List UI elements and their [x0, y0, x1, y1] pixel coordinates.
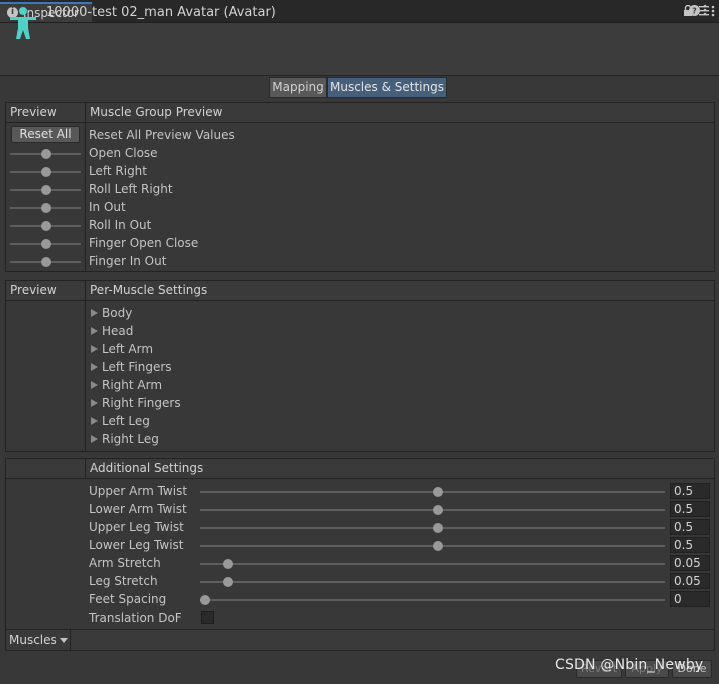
preview-slider[interactable]	[10, 167, 81, 177]
preview-slider[interactable]	[10, 239, 81, 249]
slider-thumb[interactable]	[200, 595, 210, 605]
muscles-settings-tab-button[interactable]: Muscles & Settings	[327, 77, 447, 98]
muscles-dropdown[interactable]: Muscles	[5, 630, 71, 650]
slider-thumb[interactable]	[40, 149, 51, 159]
preview-slider[interactable]	[10, 257, 81, 267]
setting-label: Arm Stretch	[89, 556, 161, 570]
setting-slider[interactable]	[200, 505, 665, 515]
chevron-down-icon	[59, 638, 68, 643]
setting-value-field[interactable]: 0.5	[670, 537, 710, 553]
translation-dof-label: Translation DoF	[89, 611, 182, 625]
per-muscle-settings-title: Per-Muscle Settings	[90, 283, 208, 297]
slider-thumb[interactable]	[40, 257, 51, 267]
setting-slider[interactable]	[200, 577, 665, 587]
svg-text:?: ?	[692, 7, 697, 16]
reset-all-preview-values-label: Reset All Preview Values	[89, 128, 235, 142]
foldout-arrow-icon[interactable]	[91, 399, 98, 407]
setting-slider[interactable]	[200, 559, 665, 569]
humanoid-avatar-icon	[8, 6, 38, 40]
slider-thumb[interactable]	[40, 239, 51, 249]
setting-label: Lower Leg Twist	[89, 538, 184, 552]
preview-slider[interactable]	[10, 221, 81, 231]
setting-label: Upper Leg Twist	[89, 520, 184, 534]
mapping-tab-button[interactable]: Mapping	[269, 77, 327, 98]
setting-slider[interactable]	[200, 541, 665, 551]
reset-all-button[interactable]: Reset All	[11, 126, 80, 143]
preview-slider[interactable]	[10, 149, 81, 159]
foldout-arrow-icon[interactable]	[91, 309, 98, 317]
additional-settings-title: Additional Settings	[90, 461, 204, 475]
slider-thumb[interactable]	[40, 203, 51, 213]
foldout-arrow-icon[interactable]	[91, 363, 98, 371]
slider-thumb[interactable]	[432, 523, 443, 533]
muscle-group-label: Roll Left Right	[89, 182, 173, 196]
muscle-group-label: Open Close	[89, 146, 158, 160]
muscle-group-label: Left Right	[89, 164, 147, 178]
muscle-group-foldout[interactable]: Right Fingers	[102, 396, 181, 410]
setting-slider[interactable]	[200, 487, 665, 497]
inspector-header	[0, 23, 719, 76]
preview-slider[interactable]	[10, 203, 81, 213]
slider-thumb[interactable]	[432, 541, 443, 551]
foldout-arrow-icon[interactable]	[91, 435, 98, 443]
additional-settings-header: Additional Settings	[6, 459, 714, 479]
muscle-group-foldout[interactable]: Head	[102, 324, 133, 338]
setting-label: Lower Arm Twist	[89, 502, 187, 516]
muscle-group-preview-header: Preview Muscle Group Preview	[6, 103, 714, 123]
setting-value-field[interactable]: 0.05	[670, 555, 710, 571]
muscle-group-foldout[interactable]: Left Leg	[102, 414, 150, 428]
settings-sliders-icon[interactable]	[699, 5, 709, 19]
muscle-group-foldout[interactable]: Body	[102, 306, 132, 320]
setting-label: Leg Stretch	[89, 574, 158, 588]
preview-column-header: Preview	[10, 283, 57, 297]
muscle-group-label: In Out	[89, 200, 126, 214]
setting-slider[interactable]	[200, 523, 665, 533]
setting-label: Upper Arm Twist	[89, 484, 188, 498]
muscle-group-foldout[interactable]: Left Arm	[102, 342, 153, 356]
setting-value-field[interactable]: 0.5	[670, 519, 710, 535]
setting-slider[interactable]	[200, 595, 665, 605]
slider-thumb[interactable]	[432, 505, 443, 515]
translation-dof-checkbox[interactable]	[201, 611, 214, 624]
header-kebab-menu-icon[interactable]	[711, 5, 715, 20]
setting-value-field[interactable]: 0.5	[670, 483, 710, 499]
footer-bar	[5, 630, 715, 651]
watermark: CSDN @Nbin_Newby	[555, 657, 704, 673]
setting-value-field[interactable]: 0.5	[670, 501, 710, 517]
muscle-group-foldout[interactable]: Right Arm	[102, 378, 162, 392]
slider-thumb[interactable]	[40, 167, 51, 177]
slider-thumb[interactable]	[432, 487, 443, 497]
setting-label: Feet Spacing	[89, 592, 167, 606]
muscle-group-foldout[interactable]: Right Leg	[102, 432, 159, 446]
setting-value-field[interactable]: 0.05	[670, 573, 710, 589]
foldout-arrow-icon[interactable]	[91, 417, 98, 425]
setting-value-field[interactable]: 0	[670, 591, 710, 607]
muscle-group-label: Roll In Out	[89, 218, 152, 232]
preview-column-header: Preview	[10, 105, 57, 119]
foldout-arrow-icon[interactable]	[91, 327, 98, 335]
muscle-group-label: Finger Open Close	[89, 236, 199, 250]
foldout-arrow-icon[interactable]	[91, 345, 98, 353]
foldout-arrow-icon[interactable]	[91, 381, 98, 389]
muscle-group-label: Finger In Out	[89, 254, 167, 268]
slider-thumb[interactable]	[40, 221, 51, 231]
muscle-group-preview-title: Muscle Group Preview	[90, 105, 223, 119]
slider-thumb[interactable]	[40, 185, 51, 195]
preview-slider[interactable]	[10, 185, 81, 195]
per-muscle-settings-header: Preview Per-Muscle Settings	[6, 281, 714, 301]
asset-title: 10000-test 02_man Avatar (Avatar)	[46, 5, 276, 20]
muscles-dropdown-label: Muscles	[9, 633, 57, 647]
muscle-group-foldout[interactable]: Left Fingers	[102, 360, 172, 374]
